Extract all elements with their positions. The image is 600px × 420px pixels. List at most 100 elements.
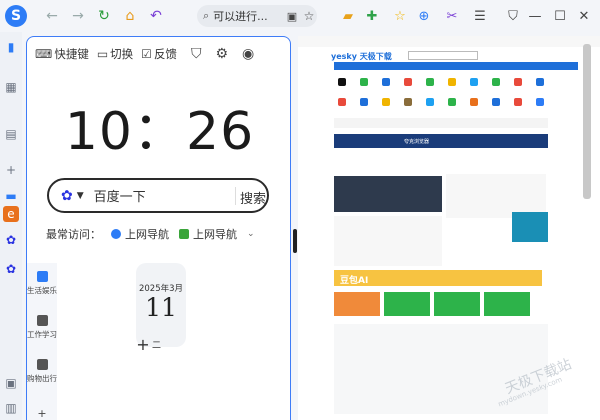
app-icon[interactable] — [470, 98, 478, 106]
download-icon[interactable]: ⊕ — [413, 5, 435, 27]
search-box[interactable]: ✿ ▼ 百度一下 搜索 — [47, 178, 269, 213]
favorite-icon[interactable]: ☆ — [389, 5, 411, 27]
app-icon[interactable] — [360, 98, 368, 106]
trash-icon[interactable]: ▥ — [3, 400, 19, 416]
site-search-input[interactable] — [408, 51, 478, 60]
calendar-widget[interactable]: 2025年3月 11 + 二 — [136, 263, 186, 354]
back-icon[interactable]: ← — [41, 5, 63, 27]
category-sidebar: 生活娱乐 工作学习 购物出行 + — [27, 263, 57, 420]
app-icon[interactable] — [360, 78, 368, 86]
app-icon[interactable] — [404, 78, 412, 86]
search-button[interactable]: 搜索 — [240, 188, 266, 207]
baidu-paw-icon[interactable]: ✿ — [3, 232, 19, 248]
app-icon[interactable] — [492, 78, 500, 86]
menu-icon[interactable]: ☰ — [469, 5, 491, 27]
app-icon[interactable] — [382, 98, 390, 106]
chevron-down-icon[interactable]: ▼ — [77, 191, 84, 201]
most-visited-label: 最常访问： — [46, 228, 101, 241]
scrollbar[interactable] — [583, 44, 591, 199]
maximize-icon[interactable]: ☐ — [549, 5, 571, 27]
app-icon[interactable] — [404, 98, 412, 106]
site-logo[interactable]: yesky 天极下载 — [331, 51, 392, 62]
app-icon[interactable] — [338, 78, 346, 86]
tab-icon[interactable]: ▬ — [3, 188, 19, 204]
close-icon[interactable]: ✕ — [573, 5, 595, 27]
apps-grid-icon[interactable]: ▦ — [3, 79, 19, 95]
add-icon[interactable]: + — [3, 162, 19, 178]
minimize-icon[interactable]: — — [524, 5, 546, 27]
app-icon[interactable] — [382, 78, 390, 86]
app-icon[interactable] — [514, 98, 522, 106]
search-input[interactable]: 百度一下 — [94, 186, 146, 205]
app-icon[interactable] — [426, 98, 434, 106]
category-shopping[interactable]: 购物出行 — [27, 359, 57, 384]
add-icon[interactable]: + — [134, 335, 152, 354]
category-work[interactable]: 工作学习 — [27, 315, 57, 340]
divider — [235, 187, 236, 205]
baidu-paw-icon[interactable]: ✿ — [61, 188, 73, 204]
calendar-weekday: 二 — [152, 341, 162, 351]
app-icon[interactable] — [338, 98, 346, 106]
doubao-ai-banner[interactable]: 豆包AI — [334, 270, 542, 286]
forward-icon[interactable]: → — [67, 5, 89, 27]
app-icon[interactable] — [492, 98, 500, 106]
app-icon[interactable] — [536, 98, 544, 106]
folder-icon[interactable]: ▰ — [337, 5, 359, 27]
shirt-icon[interactable]: ⛉ — [502, 5, 524, 27]
category-card[interactable] — [484, 292, 530, 316]
eye-button[interactable]: ◉ — [242, 46, 256, 62]
category-card[interactable] — [434, 292, 480, 316]
software-list[interactable] — [334, 216, 442, 266]
shirt-icon: ⛉ — [190, 46, 202, 62]
app-icon[interactable] — [426, 78, 434, 86]
settings-button[interactable]: ⚙ — [215, 46, 230, 62]
bookmark-add-icon[interactable]: ▤ — [3, 126, 19, 142]
side-image[interactable] — [512, 212, 548, 242]
home-icon[interactable]: ⌂ — [119, 5, 141, 27]
switch-button[interactable]: ▭ 切换 — [97, 46, 133, 62]
site-nav-bar[interactable] — [334, 62, 578, 70]
link-row[interactable] — [334, 118, 548, 128]
calendar-day: 11 — [145, 293, 177, 322]
navigation-icon — [179, 229, 189, 239]
baidu-paw-icon-2[interactable]: ✿ — [3, 261, 19, 277]
navigation-icon — [111, 229, 121, 239]
news-image[interactable] — [334, 176, 442, 212]
refresh-icon[interactable]: ↻ — [93, 5, 115, 27]
shortcut-button[interactable]: ⌨ 快捷键 — [35, 46, 89, 62]
gear-icon: ⚙ — [215, 46, 228, 62]
page-top-strip — [298, 36, 600, 47]
folder-icon[interactable]: ▣ — [3, 375, 19, 391]
eye-icon: ◉ — [242, 46, 255, 62]
search-icon: ⌕ — [203, 9, 210, 22]
address-text: 可以进行... — [213, 10, 268, 23]
recent-item[interactable]: 上网导航 — [179, 226, 237, 242]
most-visited: 最常访问： 上网导航 上网导航 ⌄ — [46, 225, 255, 243]
site-icon[interactable]: e — [3, 206, 19, 222]
chevron-down-icon[interactable]: ⌄ — [247, 229, 255, 239]
app-icon[interactable] — [448, 78, 456, 86]
feedback-button[interactable]: ☑ 反馈 — [141, 46, 177, 62]
sidebar-toggle-icon[interactable]: ▮ — [3, 39, 19, 55]
briefcase-icon — [36, 315, 48, 326]
left-sidebar: ▮ ▦ ▤ + ▬ e ✿ ✿ ▣ ▥ — [0, 32, 22, 420]
app-icon[interactable] — [536, 78, 544, 86]
category-card[interactable] — [334, 292, 380, 316]
ad-banner[interactable]: 夸克浏览器 — [334, 134, 548, 148]
split-drag-handle[interactable] — [293, 229, 297, 253]
browser-logo[interactable]: S — [5, 5, 27, 27]
undo-icon[interactable]: ↶ — [145, 5, 167, 27]
category-card[interactable] — [384, 292, 430, 316]
app-icon[interactable] — [470, 78, 478, 86]
extension-icon[interactable]: ✚ — [361, 5, 383, 27]
app-icon[interactable] — [448, 98, 456, 106]
add-category-icon[interactable]: + — [27, 407, 57, 420]
star-icon[interactable]: ☆ — [298, 5, 320, 27]
life-icon — [36, 271, 48, 282]
skin-button[interactable]: ⛉ — [191, 46, 204, 62]
tag-icon — [36, 359, 48, 370]
scissors-icon[interactable]: ✂ — [441, 5, 463, 27]
recent-item[interactable]: 上网导航 — [111, 226, 169, 242]
category-life[interactable]: 生活娱乐 — [27, 271, 57, 296]
app-icon[interactable] — [514, 78, 522, 86]
